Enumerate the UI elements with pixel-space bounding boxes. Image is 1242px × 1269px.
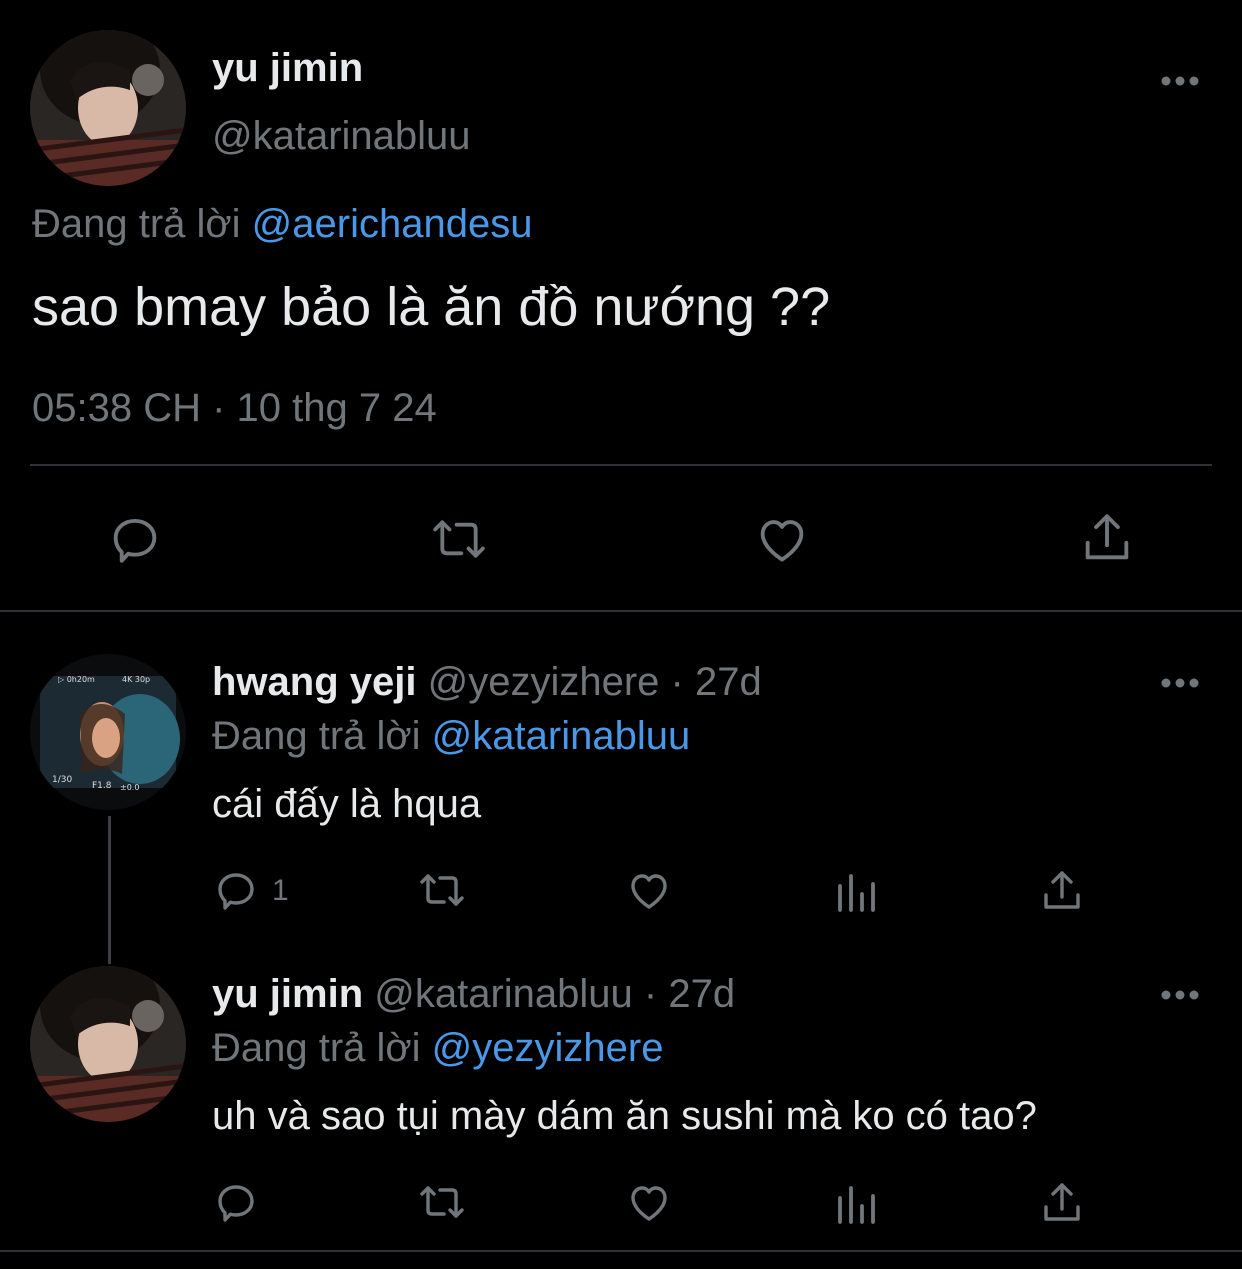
avatar[interactable]: [30, 30, 186, 186]
share-icon[interactable]: [1038, 1178, 1086, 1228]
section-divider: [0, 610, 1242, 612]
tweet-text: sao bmay bảo là ăn đồ nướng ??: [32, 277, 831, 337]
like-icon[interactable]: [624, 866, 674, 914]
author-name[interactable]: yu jimin: [212, 46, 363, 91]
reply-context: Đang trả lời @aerichandesu: [32, 202, 532, 247]
like-icon[interactable]: [752, 510, 812, 568]
svg-text:F1.8: F1.8: [92, 781, 112, 791]
avatar[interactable]: ▷ 0h20m 4K 30p 1/30 F1.8 ±0.0: [30, 654, 186, 810]
tweet-text: cái đấy là hqua: [212, 782, 482, 826]
reply-icon[interactable]: [106, 510, 164, 568]
reply-count: 1: [272, 874, 289, 907]
reply-prefix: Đang trả lời: [212, 1026, 421, 1070]
svg-text:4K 30p: 4K 30p: [122, 675, 150, 684]
section-divider: [0, 1250, 1242, 1252]
divider: [30, 464, 1212, 466]
reply-header: yu jimin @katarinabluu · 27d: [212, 972, 735, 1017]
svg-text:±0.0: ±0.0: [120, 783, 139, 792]
avatar[interactable]: [30, 966, 186, 1122]
retweet-icon[interactable]: [428, 510, 490, 568]
more-icon[interactable]: [1160, 74, 1200, 86]
reply-icon[interactable]: [212, 1178, 260, 1226]
share-icon[interactable]: [1038, 866, 1086, 916]
share-icon[interactable]: [1078, 508, 1136, 568]
reply-prefix: Đang trả lời: [32, 202, 241, 246]
reply-to-link[interactable]: @yezyizhere: [432, 1026, 664, 1070]
reply-icon[interactable]: [212, 866, 260, 914]
author-name[interactable]: hwang yeji: [212, 660, 417, 704]
tweet-text: uh và sao tụi mày dám ăn sushi mà ko có …: [212, 1094, 1037, 1138]
more-icon[interactable]: [1160, 676, 1200, 688]
more-icon[interactable]: [1160, 988, 1200, 1000]
reply-header: hwang yeji @yezyizhere · 27d: [212, 660, 762, 705]
author-handle-time[interactable]: @yezyizhere · 27d: [428, 660, 762, 704]
tweet-timestamp[interactable]: 05:38 CH · 10 thg 7 24: [32, 386, 437, 431]
svg-text:▷ 0h20m: ▷ 0h20m: [58, 675, 95, 684]
reply-context: Đang trả lời @yezyizhere: [212, 1026, 663, 1071]
reply-context: Đang trả lời @katarinabluu: [212, 714, 690, 759]
author-handle-time[interactable]: @katarinabluu · 27d: [374, 972, 735, 1016]
reply-to-link[interactable]: @katarinabluu: [432, 714, 691, 758]
views-icon[interactable]: [834, 1180, 878, 1226]
author-handle[interactable]: @katarinabluu: [212, 114, 471, 159]
svg-text:1/30: 1/30: [52, 775, 72, 785]
retweet-icon[interactable]: [416, 866, 468, 914]
retweet-icon[interactable]: [416, 1178, 468, 1226]
thread-line: [108, 816, 111, 964]
views-icon[interactable]: [834, 868, 878, 914]
reply-to-link[interactable]: @aerichandesu: [252, 202, 533, 246]
like-icon[interactable]: [624, 1178, 674, 1226]
reply-prefix: Đang trả lời: [212, 714, 421, 758]
author-name[interactable]: yu jimin: [212, 972, 363, 1016]
